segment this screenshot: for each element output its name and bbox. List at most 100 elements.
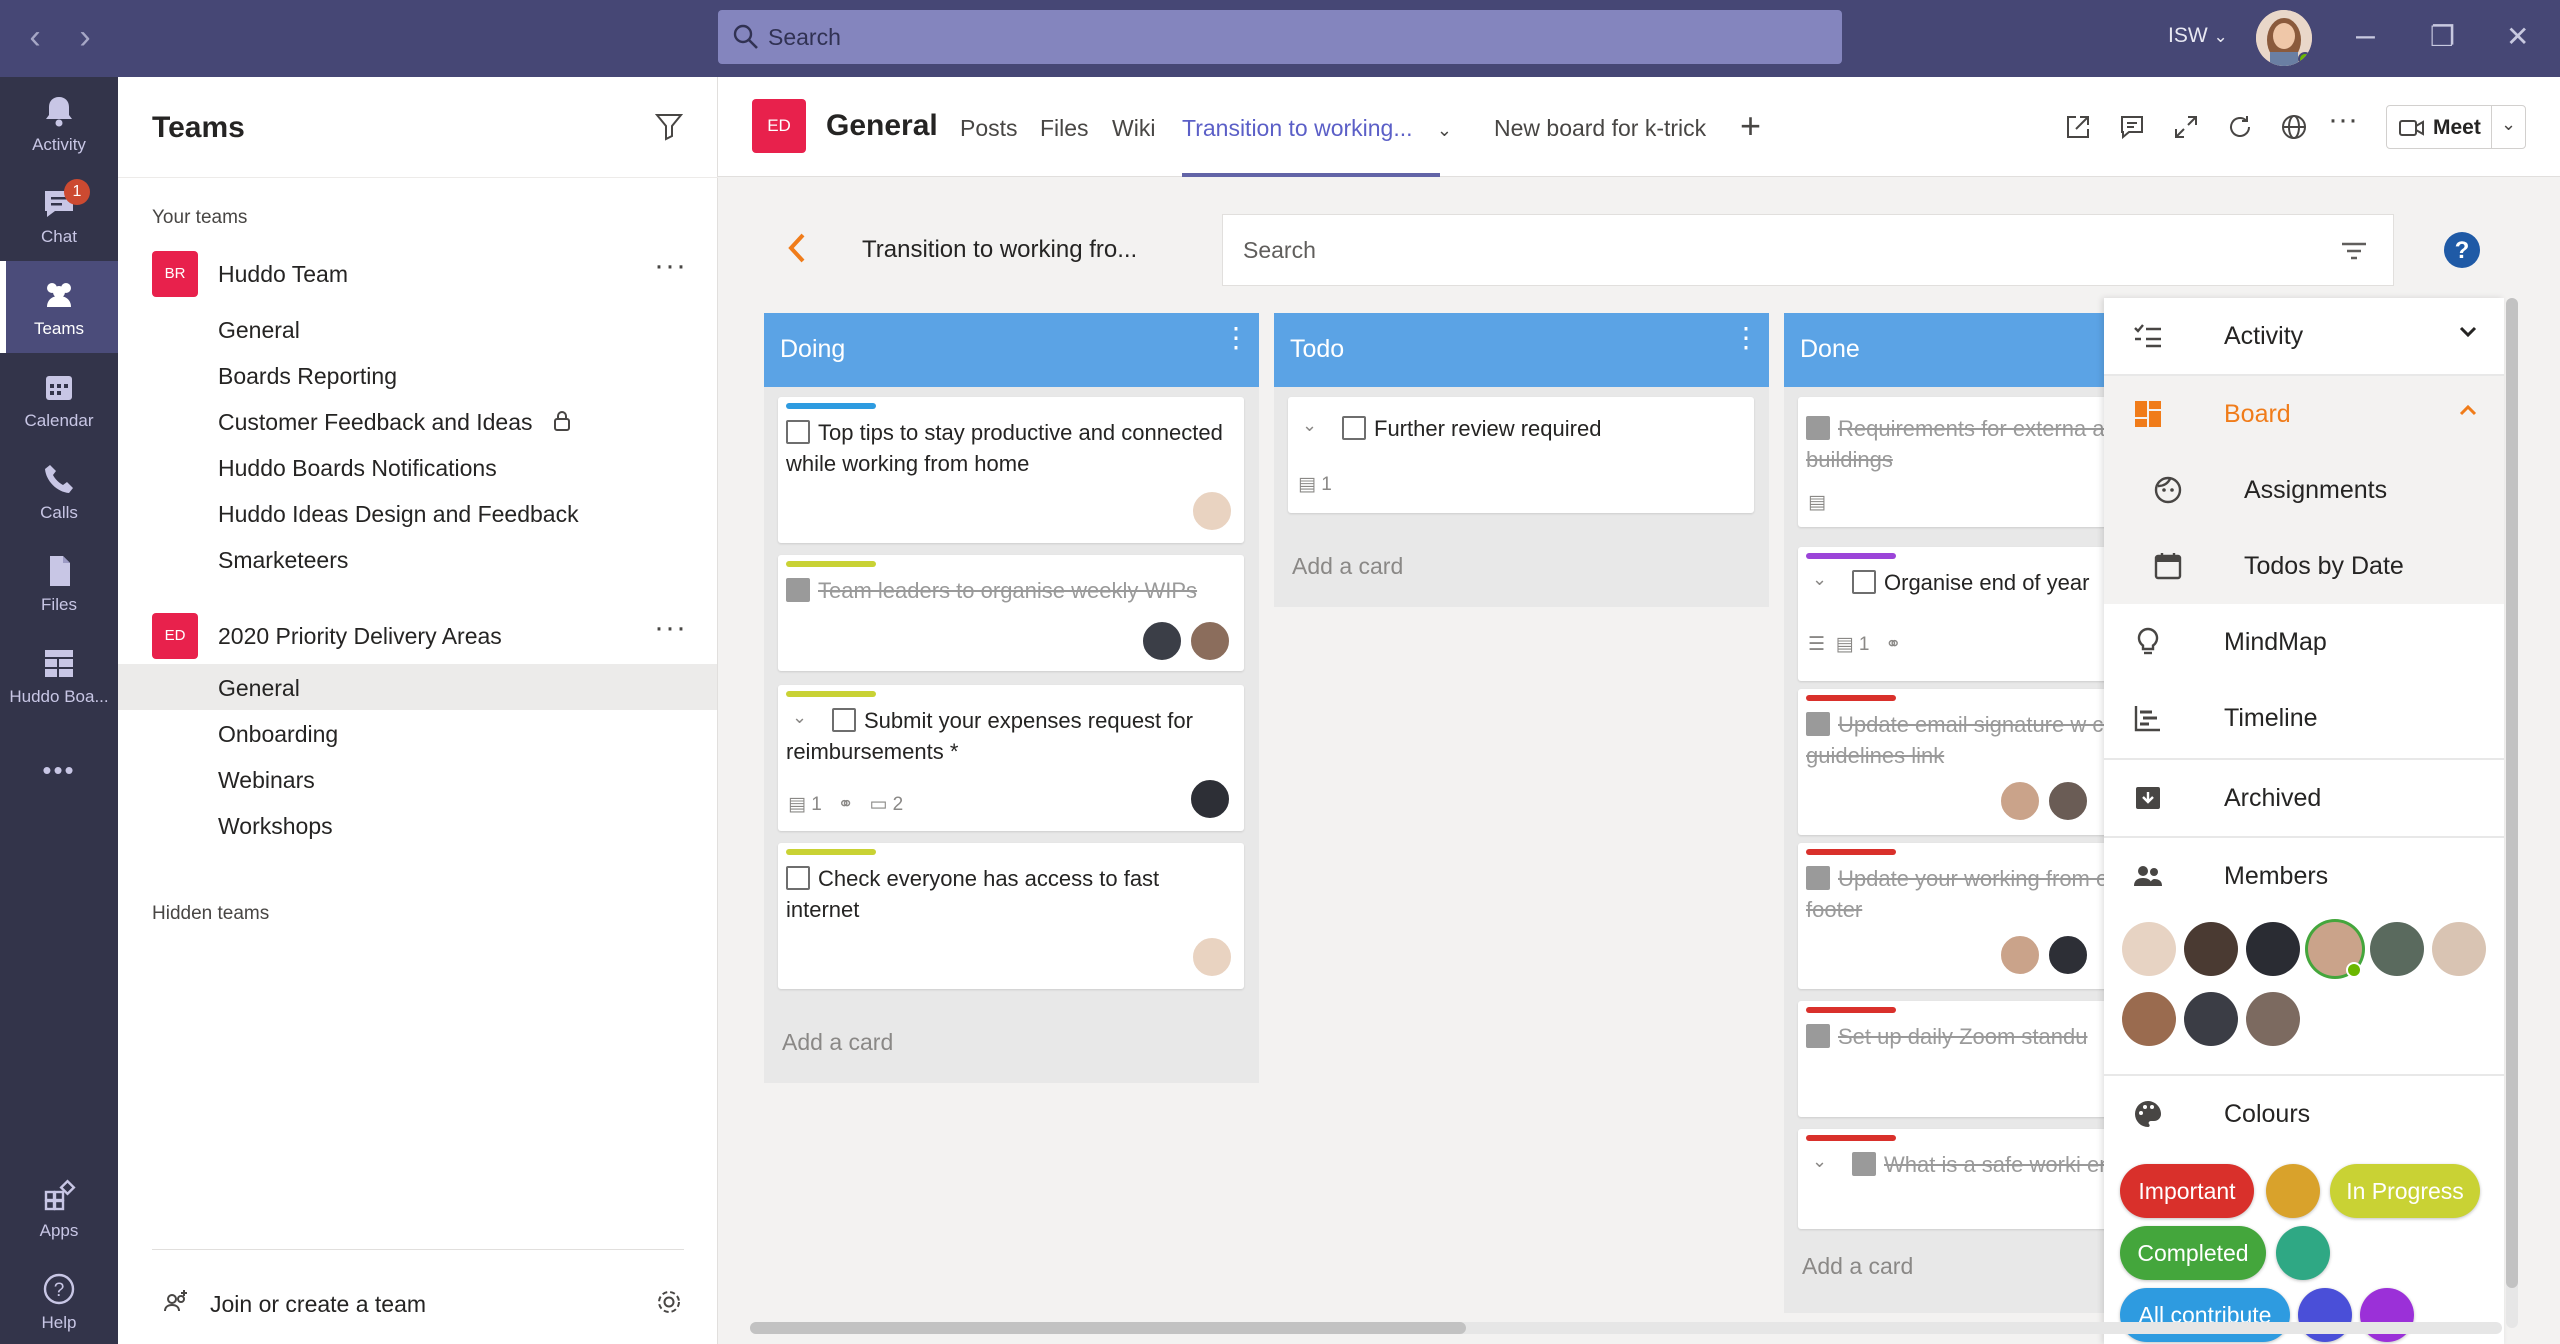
- scrollbar-thumb[interactable]: [2506, 298, 2518, 1288]
- board-card[interactable]: ⌄ Further review required ▤ 1: [1288, 397, 1754, 513]
- rail-teams[interactable]: Teams: [0, 261, 118, 353]
- side-board[interactable]: Board: [2104, 376, 2504, 452]
- tab-posts[interactable]: Posts: [960, 115, 1018, 142]
- conversation-icon[interactable]: [2118, 113, 2146, 141]
- team-row-priority-delivery[interactable]: ED 2020 Priority Delivery Areas ···: [152, 611, 692, 665]
- channel-item[interactable]: Huddo Ideas Design and Feedback: [218, 501, 579, 528]
- board-card[interactable]: Check everyone has access to fast intern…: [778, 843, 1244, 989]
- back-arrow-icon[interactable]: ‹: [20, 20, 50, 54]
- side-todos-by-date[interactable]: Todos by Date: [2104, 528, 2504, 604]
- rail-help[interactable]: ? Help: [0, 1255, 118, 1344]
- more-options-icon[interactable]: ···: [654, 249, 687, 283]
- filter-lines-icon[interactable]: [2339, 239, 2369, 263]
- board-card[interactable]: Top tips to stay productive and connecte…: [778, 397, 1244, 543]
- chevron-down-icon[interactable]: [2456, 320, 2480, 344]
- rail-calls[interactable]: Calls: [0, 445, 118, 537]
- card-checkbox[interactable]: [786, 866, 810, 890]
- colour-label-important[interactable]: Important: [2120, 1164, 2254, 1218]
- card-checkbox-checked[interactable]: [1806, 866, 1830, 890]
- channel-item[interactable]: Webinars: [218, 767, 315, 794]
- tenant-switcher[interactable]: ISW ⌄: [2168, 24, 2228, 48]
- forward-arrow-icon[interactable]: ›: [70, 20, 100, 54]
- board-card[interactable]: Team leaders to organise weekly WIPs: [778, 555, 1244, 671]
- column-title[interactable]: Todo: [1290, 335, 1344, 363]
- channel-item[interactable]: Onboarding: [218, 721, 338, 748]
- rail-huddo-boards[interactable]: Huddo Boa...: [0, 629, 118, 721]
- rail-chat[interactable]: Chat 1: [0, 169, 118, 261]
- board-card[interactable]: Update email signature w company guideli…: [1798, 689, 2104, 835]
- more-options-icon[interactable]: ···: [2328, 103, 2358, 137]
- join-or-create-team-link[interactable]: Join or create a team: [210, 1291, 426, 1318]
- back-chevron-icon[interactable]: [784, 230, 810, 266]
- column-title[interactable]: Done: [1800, 335, 1860, 363]
- profile-avatar[interactable]: [2256, 10, 2312, 66]
- card-checkbox-checked[interactable]: [786, 578, 810, 602]
- card-checkbox-checked[interactable]: [1806, 1024, 1830, 1048]
- more-apps-icon[interactable]: •••: [0, 755, 118, 786]
- settings-gear-icon[interactable]: [654, 1287, 684, 1317]
- member-avatar[interactable]: [2432, 922, 2486, 976]
- card-checkbox[interactable]: [786, 420, 810, 444]
- close-icon[interactable]: ✕: [2506, 20, 2529, 53]
- tab-wiki[interactable]: Wiki: [1112, 115, 1155, 142]
- add-card-button[interactable]: Add a card: [1802, 1253, 1913, 1280]
- board-card[interactable]: Requirements for externa access to counc…: [1798, 397, 2104, 527]
- board-card[interactable]: Update your working from on your email f…: [1798, 843, 2104, 989]
- board-card[interactable]: ⌄ Organise end of year ☰ ▤ 1 ⚭: [1798, 547, 2104, 681]
- horizontal-scrollbar[interactable]: [750, 1322, 2502, 1334]
- member-avatar[interactable]: [2246, 922, 2300, 976]
- restore-icon[interactable]: ❐: [2430, 20, 2455, 53]
- column-menu-icon[interactable]: ⋮: [1222, 324, 1250, 352]
- colour-swatch-amber[interactable]: [2266, 1164, 2320, 1218]
- side-archived[interactable]: Archived: [2104, 760, 2504, 836]
- more-options-icon[interactable]: ···: [654, 611, 687, 645]
- member-avatar[interactable]: [2122, 922, 2176, 976]
- channel-item[interactable]: Workshops: [218, 813, 333, 840]
- scrollbar-thumb[interactable]: [750, 1322, 1466, 1334]
- side-members[interactable]: Members: [2104, 838, 2504, 914]
- help-circle-icon[interactable]: ?: [2442, 230, 2482, 270]
- member-avatar[interactable]: [2246, 992, 2300, 1046]
- rail-apps[interactable]: Apps: [0, 1163, 118, 1255]
- colour-label-in-progress[interactable]: In Progress: [2330, 1164, 2480, 1218]
- channel-item[interactable]: Huddo Boards Notifications: [218, 455, 497, 482]
- team-row-huddo-team[interactable]: BR Huddo Team ···: [152, 249, 692, 303]
- minimize-icon[interactable]: –: [2356, 16, 2375, 55]
- refresh-icon[interactable]: [2226, 113, 2254, 141]
- chevron-up-icon[interactable]: [2456, 398, 2480, 422]
- filter-icon[interactable]: [654, 111, 684, 141]
- global-search-input[interactable]: Search: [718, 10, 1842, 64]
- channel-item[interactable]: Smarketeers: [218, 547, 348, 574]
- channel-item[interactable]: General: [218, 317, 300, 344]
- card-checkbox[interactable]: [1852, 570, 1876, 594]
- board-card[interactable]: ⌄ What is a safe worki environment?: [1798, 1129, 2104, 1229]
- card-checkbox[interactable]: [832, 708, 856, 732]
- card-checkbox-checked[interactable]: [1806, 416, 1830, 440]
- chevron-down-icon[interactable]: ⌄: [1812, 569, 1827, 590]
- hidden-teams-label[interactable]: Hidden teams: [152, 903, 269, 925]
- tab-transition-board[interactable]: Transition to working... ⌄: [1182, 115, 1452, 142]
- member-avatar[interactable]: [2184, 992, 2238, 1046]
- side-mindmap[interactable]: MindMap: [2104, 604, 2504, 680]
- rail-files[interactable]: Files: [0, 537, 118, 629]
- board-search-input[interactable]: Search: [1222, 214, 2394, 286]
- meet-button[interactable]: Meet ⌄: [2386, 105, 2526, 149]
- board-card[interactable]: ⌄ Submit your expenses request for reimb…: [778, 685, 1244, 831]
- popout-icon[interactable]: [2064, 113, 2092, 141]
- colour-label-completed[interactable]: Completed: [2120, 1226, 2266, 1280]
- card-checkbox-checked[interactable]: [1852, 1152, 1876, 1176]
- channel-item[interactable]: Boards Reporting: [218, 363, 397, 390]
- side-timeline[interactable]: Timeline: [2104, 680, 2504, 756]
- member-avatar[interactable]: [2184, 922, 2238, 976]
- member-avatar[interactable]: [2122, 992, 2176, 1046]
- chevron-down-icon[interactable]: ⌄: [1437, 120, 1452, 140]
- card-checkbox[interactable]: [1342, 416, 1366, 440]
- card-checkbox-checked[interactable]: [1806, 712, 1830, 736]
- board-card[interactable]: Set up daily Zoom standu: [1798, 1001, 2104, 1117]
- column-menu-icon[interactable]: ⋮: [1732, 324, 1760, 352]
- chevron-down-icon[interactable]: ⌄: [1302, 415, 1317, 436]
- channel-item-selected[interactable]: General: [218, 675, 300, 702]
- colour-swatch-teal[interactable]: [2276, 1226, 2330, 1280]
- expand-icon[interactable]: [2172, 113, 2200, 141]
- member-avatar[interactable]: [2370, 922, 2424, 976]
